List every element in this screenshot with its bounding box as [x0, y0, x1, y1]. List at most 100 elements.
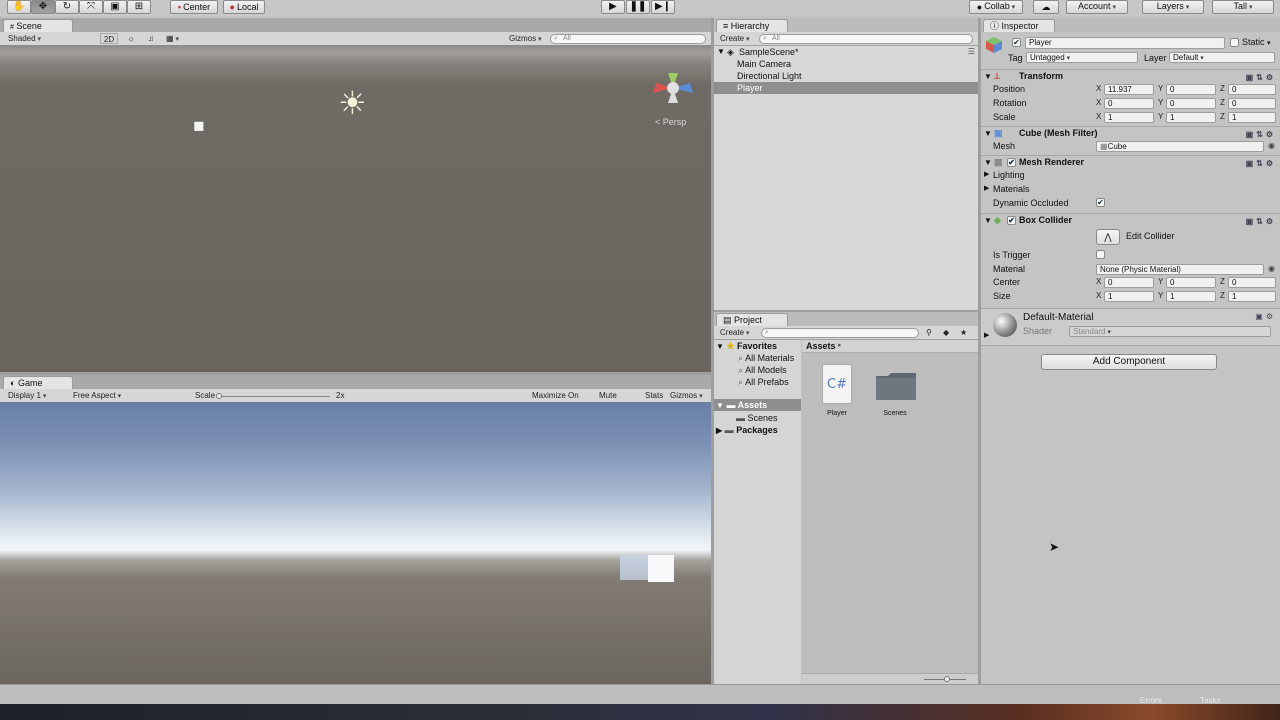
filter-label-button[interactable]: ◆: [943, 327, 955, 338]
expand-arrow-icon[interactable]: ▼: [716, 342, 724, 351]
collab-dropdown[interactable]: ● Collab: [969, 0, 1023, 14]
move-tool-button[interactable]: ✥: [31, 0, 55, 14]
static-checkbox[interactable]: [1230, 38, 1239, 47]
edit-collider-button[interactable]: ⋀: [1096, 229, 1120, 245]
project-create-dropdown[interactable]: Create: [720, 327, 750, 338]
physic-material-field[interactable]: None (Physic Material): [1096, 264, 1264, 275]
hand-tool-button[interactable]: ✋: [7, 0, 31, 14]
filter-type-button[interactable]: ⚲: [926, 327, 938, 338]
scene-lighting-toggle[interactable]: ☼: [124, 33, 138, 44]
favorite-all-prefabs[interactable]: ⌕ All Prefabs: [738, 376, 789, 388]
account-dropdown[interactable]: Account: [1066, 0, 1128, 14]
foldout-arrow-icon[interactable]: ▶: [984, 331, 989, 339]
tab-project[interactable]: ▤ Project: [716, 313, 788, 326]
game-viewport[interactable]: [0, 402, 711, 684]
active-checkbox[interactable]: ✔: [1012, 38, 1021, 47]
hierarchy-item-directional-light[interactable]: Directional Light: [714, 70, 978, 82]
chevron-down-icon[interactable]: ▾: [1267, 40, 1271, 47]
position-z-input[interactable]: 0: [1228, 84, 1276, 95]
splitter-left[interactable]: [711, 18, 714, 684]
scale-z-input[interactable]: 1: [1228, 112, 1276, 123]
cloud-button[interactable]: ☁: [1033, 0, 1059, 14]
play-button[interactable]: ▶: [601, 0, 625, 14]
assets-folder-row[interactable]: ▼ ▬ Assets: [714, 399, 801, 411]
scale-slider-track[interactable]: [218, 396, 330, 397]
splitter-right[interactable]: [978, 18, 981, 684]
tab-inspector[interactable]: ⓘ Inspector: [983, 19, 1055, 32]
icon-size-slider-thumb[interactable]: [944, 676, 950, 682]
scene-gizmos-dropdown[interactable]: Gizmos: [509, 33, 545, 44]
scene-viewport[interactable]: ◼ ☀ < Persp: [0, 45, 711, 372]
position-y-input[interactable]: 0: [1166, 84, 1216, 95]
material-menu-icons[interactable]: ▣⚙: [1255, 312, 1276, 321]
scene-effects-dropdown[interactable]: ▦: [166, 33, 188, 44]
dynamic-occluded-checkbox[interactable]: ✔: [1096, 198, 1105, 207]
splitter-scene-game[interactable]: [0, 372, 711, 375]
foldout-arrow-icon[interactable]: ▶: [984, 182, 989, 196]
materials-foldout[interactable]: ▶ Materials: [981, 182, 1280, 196]
scene-search-input[interactable]: ⌕ All: [550, 34, 706, 44]
layout-dropdown[interactable]: Tall: [1212, 0, 1274, 14]
hierarchy-item-player[interactable]: Player: [714, 82, 978, 94]
scene-menu-icon[interactable]: ☰: [968, 46, 975, 58]
hierarchy-scene-row[interactable]: ▼ ◈ SampleScene* ☰: [714, 46, 978, 58]
maximize-on-play-toggle[interactable]: Maximize On Play: [532, 390, 594, 411]
scale-x-input[interactable]: 1: [1104, 112, 1154, 123]
tab-game[interactable]: ◐ Game: [3, 376, 73, 389]
add-component-button[interactable]: Add Component: [1041, 354, 1217, 370]
2d-toggle[interactable]: 2D: [100, 33, 118, 44]
scene-audio-toggle[interactable]: ♫: [144, 33, 158, 44]
component-menu-icons[interactable]: ▣⇅⚙: [1246, 215, 1276, 228]
mesh-renderer-enabled-checkbox[interactable]: ✔: [1007, 158, 1016, 167]
asset-player-script[interactable]: C#: [822, 364, 854, 406]
rotation-z-input[interactable]: 0: [1228, 98, 1276, 109]
foldout-arrow-icon[interactable]: ▶: [984, 168, 989, 182]
mesh-renderer-header[interactable]: ▼ ▦ ✔ Mesh Renderer ▣⇅⚙: [981, 155, 1280, 169]
expand-arrow-icon[interactable]: ▶: [716, 426, 722, 435]
center-z-input[interactable]: 0: [1228, 277, 1276, 288]
rotation-y-input[interactable]: 0: [1166, 98, 1216, 109]
rotate-tool-button[interactable]: ↻: [55, 0, 79, 14]
lighting-foldout[interactable]: ▶ Lighting: [981, 168, 1280, 182]
splitter-hierarchy-project[interactable]: [714, 310, 978, 312]
expand-arrow-icon[interactable]: ▼: [716, 401, 724, 410]
layers-dropdown[interactable]: Layers: [1142, 0, 1204, 14]
foldout-arrow-icon[interactable]: ▼: [984, 214, 992, 227]
rect-tool-button[interactable]: ▣: [103, 0, 127, 14]
light-gizmo-icon[interactable]: ☀: [338, 87, 367, 119]
layer-dropdown[interactable]: Default: [1169, 52, 1275, 63]
errors-indicator[interactable]: Errors: [1140, 696, 1162, 705]
hierarchy-create-dropdown[interactable]: Create: [720, 33, 750, 44]
object-picker-icon[interactable]: ◉: [1268, 139, 1275, 153]
size-x-input[interactable]: 1: [1104, 291, 1154, 302]
tab-scene[interactable]: # Scene: [3, 19, 73, 32]
mesh-filter-header[interactable]: ▼ ▣ Cube (Mesh Filter) ▣⇅⚙: [981, 126, 1280, 140]
camera-gizmo-icon[interactable]: ◼: [193, 117, 205, 134]
object-name-input[interactable]: Player: [1025, 37, 1225, 49]
shader-dropdown[interactable]: Standard: [1069, 326, 1271, 337]
display-dropdown[interactable]: Display 1: [8, 390, 64, 401]
hierarchy-item-main-camera[interactable]: Main Camera: [714, 58, 978, 70]
object-picker-icon[interactable]: ◉: [1268, 262, 1275, 276]
tab-hierarchy[interactable]: ≡ Hierarchy: [716, 19, 788, 32]
project-search-input[interactable]: ⌕: [761, 328, 919, 338]
hierarchy-search-input[interactable]: ⌕ All: [759, 34, 973, 44]
persp-label[interactable]: < Persp: [655, 117, 686, 127]
center-x-input[interactable]: 0: [1104, 277, 1154, 288]
favorite-all-models[interactable]: ⌕ All Models: [738, 364, 787, 376]
favorite-all-materials[interactable]: ⌕ All Materials: [738, 352, 794, 364]
stats-toggle[interactable]: Stats: [645, 390, 665, 401]
transform-tool-button[interactable]: ⊞: [127, 0, 151, 14]
tasks-indicator[interactable]: Tasks: [1200, 696, 1220, 705]
game-gizmos-dropdown[interactable]: Gizmos: [670, 390, 710, 401]
size-z-input[interactable]: 1: [1228, 291, 1276, 302]
size-y-input[interactable]: 1: [1166, 291, 1216, 302]
tag-dropdown[interactable]: Untagged: [1026, 52, 1138, 63]
favorites-row[interactable]: ▼ ★ Favorites: [716, 340, 777, 352]
scale-slider-thumb[interactable]: [216, 393, 222, 399]
mute-audio-toggle[interactable]: Mute Audio: [599, 390, 639, 411]
pivot-local-button[interactable]: ● Local: [223, 0, 265, 14]
transform-header[interactable]: ▼ ⟂ Transform ▣⇅⚙: [981, 69, 1280, 83]
pause-button[interactable]: ❚❚: [626, 0, 650, 14]
rotation-x-input[interactable]: 0: [1104, 98, 1154, 109]
